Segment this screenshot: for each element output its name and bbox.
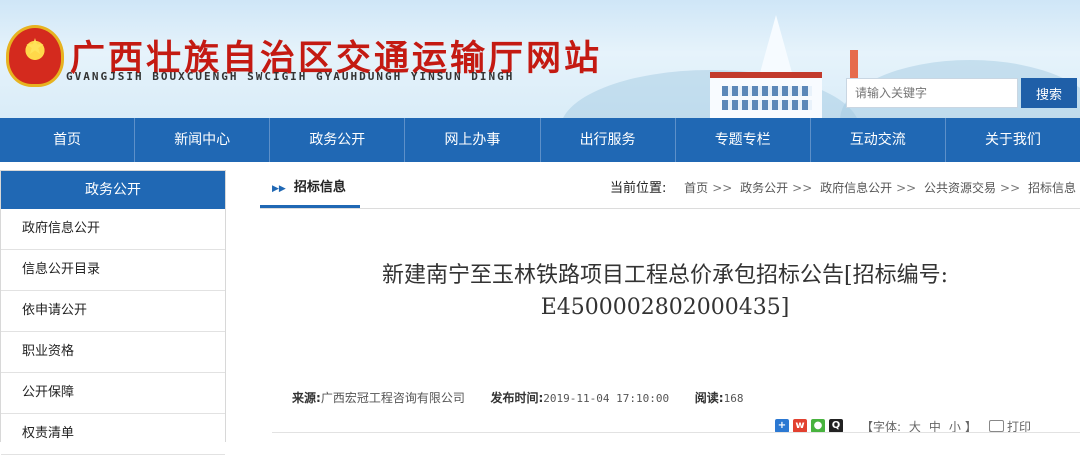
national-emblem-icon: ★ <box>6 25 64 87</box>
sidebar: 政务公开 政府信息公开 信息公开目录 依申请公开 职业资格 公开保障 权责清单 <box>0 170 226 455</box>
reads-value: 168 <box>723 392 744 405</box>
breadcrumb-separator: >> <box>896 181 917 195</box>
breadcrumb-gov-affairs[interactable]: 政务公开 <box>740 181 788 195</box>
search-input[interactable] <box>846 78 1018 108</box>
breadcrumb-bidding-info[interactable]: 招标信息 <box>1028 181 1076 195</box>
breadcrumb-separator: >> <box>792 181 813 195</box>
wechat-icon[interactable]: ● <box>811 419 825 433</box>
article-title-line: E4500002802000435] <box>540 295 790 320</box>
nav-item-about[interactable]: 关于我们 <box>946 118 1080 162</box>
spire-graphic <box>850 50 858 80</box>
nav-item-topics[interactable]: 专题专栏 <box>676 118 811 162</box>
breadcrumb-home[interactable]: 首页 <box>684 181 708 195</box>
article-meta: 来源:广西宏冠工程咨询有限公司 发布时间:2019-11-04 17:10:00… <box>292 389 743 406</box>
sidebar-item-power-list[interactable]: 权责清单 <box>1 414 225 455</box>
share-plus-icon[interactable]: + <box>775 419 789 433</box>
sidebar-item-request-disclosure[interactable]: 依申请公开 <box>1 291 225 332</box>
sidebar-item-qualifications[interactable]: 职业资格 <box>1 332 225 373</box>
nav-item-home[interactable]: 首页 <box>0 118 136 162</box>
article-title-line: 新建南宁至玉林铁路项目工程总价承包招标公告[招标编号: <box>382 263 948 288</box>
nav-item-online-services[interactable]: 网上办事 <box>405 118 541 162</box>
nav-item-gov-affairs[interactable]: 政务公开 <box>270 118 406 162</box>
reads-label: 阅读: <box>694 391 724 405</box>
site-subtitle: GVANGJSIH BOUXCUENGH SWCIGIH GYAUHDUNGH … <box>66 70 515 83</box>
published-label: 发布时间: <box>490 391 544 405</box>
printer-icon <box>988 419 1004 432</box>
weibo-icon[interactable]: w <box>793 419 807 433</box>
sidebar-item-gov-info[interactable]: 政府信息公开 <box>1 209 225 250</box>
nav-item-travel[interactable]: 出行服务 <box>541 118 676 162</box>
article-title: 新建南宁至玉林铁路项目工程总价承包招标公告[招标编号: E45000028020… <box>300 260 1030 324</box>
main-nav: 首页 新闻中心 政务公开 网上办事 出行服务 专题专栏 互动交流 关于我们 <box>0 118 1080 162</box>
source-value: 广西宏冠工程咨询有限公司 <box>320 391 465 405</box>
source-label: 来源: <box>292 391 321 405</box>
building-window-band <box>722 100 812 110</box>
sidebar-title: 政务公开 <box>1 171 225 209</box>
nav-item-interaction[interactable]: 互动交流 <box>811 118 946 162</box>
tab-label: 招标信息 <box>293 180 346 195</box>
qq-icon[interactable]: Q <box>829 419 843 433</box>
breadcrumb-label: 当前位置: <box>609 181 667 196</box>
search-button[interactable]: 搜索 <box>1021 78 1077 108</box>
content-tab-bar: ▶▶ 招标信息 当前位置: 首页 >> 政务公开 >> 政府信息公开 >> 公共资源交易… <box>260 170 1080 209</box>
sidebar-item-guarantee[interactable]: 公开保障 <box>1 373 225 414</box>
divider <box>272 432 1080 433</box>
breadcrumb-public-resources[interactable]: 公共资源交易 <box>924 181 996 195</box>
breadcrumb: 当前位置: 首页 >> 政务公开 >> 政府信息公开 >> 公共资源交易 >> 招标信息 <box>610 170 1076 207</box>
breadcrumb-separator: >> <box>1000 181 1021 195</box>
breadcrumb-separator: >> <box>712 181 733 195</box>
building-tower-graphic <box>758 15 794 80</box>
site-header: ★ 广西壮族自治区交通运输厅网站 GVANGJSIH BOUXCUENGH SW… <box>0 0 1080 118</box>
sidebar-item-info-catalog[interactable]: 信息公开目录 <box>1 250 225 291</box>
published-value: 2019-11-04 17:10:00 <box>543 392 670 405</box>
building-window-band <box>722 86 812 96</box>
tab-bidding-info[interactable]: ▶▶ 招标信息 <box>260 170 360 208</box>
double-arrow-icon: ▶▶ <box>272 184 286 194</box>
nav-item-news[interactable]: 新闻中心 <box>135 118 271 162</box>
breadcrumb-gov-info[interactable]: 政府信息公开 <box>820 181 892 195</box>
